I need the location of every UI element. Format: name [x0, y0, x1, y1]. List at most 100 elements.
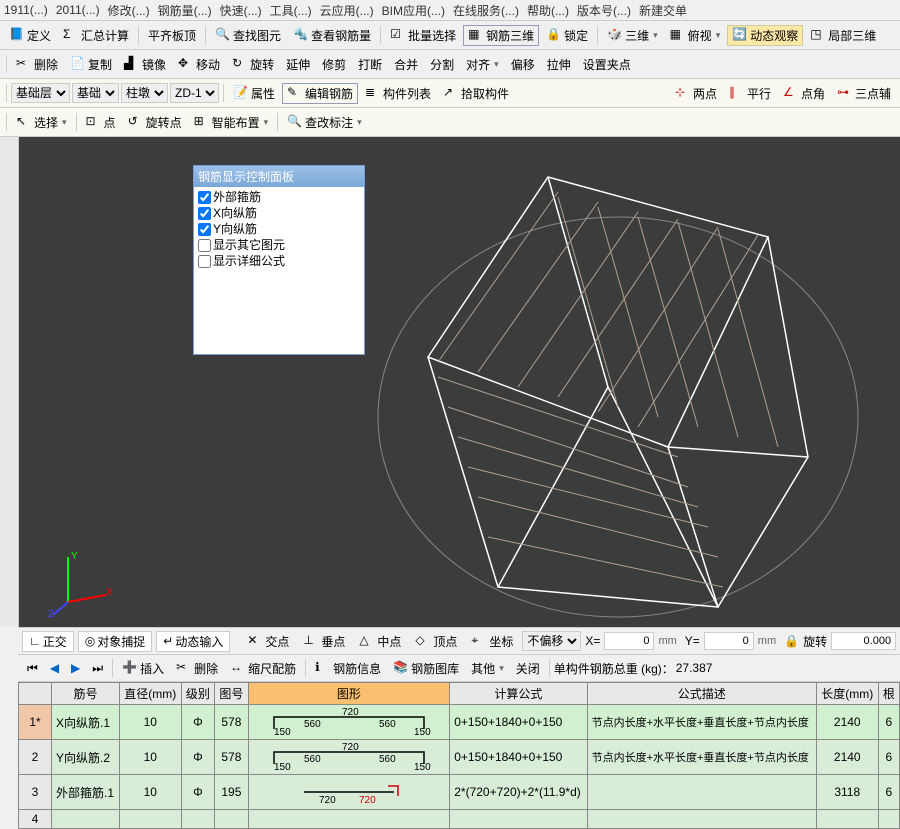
type-select[interactable]: 柱墩 [121, 83, 168, 103]
sum-calc-button[interactable]: Σ汇总计算 [58, 25, 134, 46]
two-point-button[interactable]: ⊹两点 [670, 83, 722, 104]
select-tool-dropdown[interactable]: ↖选择 [11, 112, 72, 133]
dynamic-view-button[interactable]: 🔄动态观察 [727, 25, 803, 46]
table-row[interactable]: 2 Y向纵筋.2 10 Φ 578 150560 720560 150 0+15… [19, 740, 900, 775]
menu-item[interactable]: 版本号(...) [577, 2, 631, 19]
view-3d-dropdown[interactable]: 🎲三维 [602, 25, 663, 46]
rebar-display-panel[interactable]: 钢筋显示控制面板 外部箍筋 X向纵筋 Y向纵筋 显示其它图元 显示详细公式 [193, 165, 365, 355]
extend-button[interactable]: 延伸 [281, 54, 315, 75]
smart-place-dropdown[interactable]: ⊞智能布置 [189, 112, 274, 133]
offset-button[interactable]: 偏移 [506, 54, 540, 75]
chk-y-longitudinal[interactable]: Y向纵筋 [198, 221, 360, 237]
batch-select-button[interactable]: ☑批量选择 [385, 25, 461, 46]
col-shape[interactable]: 图形 [248, 683, 450, 705]
viewport-3d[interactable]: 钢筋显示控制面板 外部箍筋 X向纵筋 Y向纵筋 显示其它图元 显示详细公式 Y … [18, 137, 900, 627]
nav-first[interactable]: ⏮ [22, 659, 43, 678]
rotate-button[interactable]: ↻旋转 [227, 54, 279, 75]
nav-last[interactable]: ⏭ [87, 659, 108, 678]
define-button[interactable]: 📘定义 [4, 25, 56, 46]
menu-item[interactable]: 在线服务(...) [453, 2, 519, 19]
break-button[interactable]: 打断 [353, 54, 387, 75]
menu-item[interactable]: 工具(...) [270, 2, 312, 19]
offset-select[interactable]: 不偏移 [522, 631, 581, 651]
chk-x-longitudinal[interactable]: X向纵筋 [198, 205, 360, 221]
nav-prev[interactable]: ◀ [45, 659, 64, 677]
split-button[interactable]: 分割 [425, 54, 459, 75]
menu-item[interactable]: 快速(...) [220, 2, 262, 19]
scale-rebar-button[interactable]: ↔缩尺配筋 [225, 658, 301, 679]
menu-item[interactable]: 2011(...) [56, 3, 100, 17]
close-button[interactable]: 关闭 [511, 658, 545, 679]
svg-text:Z: Z [48, 609, 54, 617]
align-button[interactable]: 对齐 [461, 54, 504, 75]
chk-outer-stirrup[interactable]: 外部箍筋 [198, 189, 360, 205]
menu-item[interactable]: 帮助(...) [527, 2, 569, 19]
col-grade[interactable]: 级别 [181, 683, 214, 705]
snap-peak[interactable]: ◇顶点 [410, 631, 462, 652]
menu-item[interactable]: 新建交单 [639, 2, 687, 19]
rotate-point-tool[interactable]: ↺旋转点 [123, 112, 187, 133]
delete-row-button[interactable]: ✂删除 [171, 658, 223, 679]
find-element-button[interactable]: 🔍查找图元 [210, 25, 286, 46]
point-angle-button[interactable]: ∠点角 [778, 83, 830, 104]
mirror-button[interactable]: ▟镜像 [119, 54, 171, 75]
align-slab-button[interactable]: 平齐板顶 [143, 25, 201, 46]
delete-button[interactable]: ✂删除 [11, 54, 63, 75]
menu-item[interactable]: 1911(...) [4, 3, 48, 17]
three-point-button[interactable]: ⊶三点辅 [832, 83, 896, 104]
col-formula[interactable]: 计算公式 [450, 683, 587, 705]
y-input[interactable] [704, 632, 754, 650]
category-select[interactable]: 基础 [72, 83, 119, 103]
chk-show-formula[interactable]: 显示详细公式 [198, 253, 360, 269]
chk-show-other[interactable]: 显示其它图元 [198, 237, 360, 253]
nav-next[interactable]: ▶ [66, 659, 85, 677]
move-button[interactable]: ✥移动 [173, 54, 225, 75]
col-len[interactable]: 长度(mm) [816, 683, 878, 705]
pick-component-button[interactable]: ↗拾取构件 [438, 83, 514, 104]
point-tool[interactable]: ⊡点 [81, 112, 121, 133]
insert-row-button[interactable]: ➕插入 [117, 658, 169, 679]
rotate-input[interactable] [831, 632, 896, 650]
menu-item[interactable]: BIM应用(...) [382, 2, 445, 19]
rebar-lib-button[interactable]: 📚钢筋图库 [388, 658, 464, 679]
view-rebar-qty-button[interactable]: 🔩查看钢筋量 [288, 25, 376, 46]
copy-button[interactable]: 📄复制 [65, 54, 117, 75]
lock-small-icon[interactable]: 🔒 [784, 634, 799, 648]
snap-perp[interactable]: ⊥垂点 [298, 631, 350, 652]
rebar-3d-button[interactable]: ▦钢筋三维 [463, 25, 539, 46]
attr-button[interactable]: 📝属性 [228, 83, 280, 104]
snap-coord[interactable]: ⌖坐标 [466, 631, 518, 652]
col-cnt[interactable]: 根 [878, 683, 899, 705]
lock-button[interactable]: 🔒锁定 [541, 25, 593, 46]
other-dropdown[interactable]: 其他 [466, 658, 509, 679]
table-row[interactable]: 3 外部箍筋.1 10 Φ 195 720 720 2*(720+720)+2*… [19, 775, 900, 810]
ortho-toggle[interactable]: ∟正交 [22, 631, 74, 652]
find-annotation-dropdown[interactable]: 🔍查改标注 [282, 112, 367, 133]
osnap-toggle[interactable]: ◎对象捕捉 [78, 631, 153, 652]
rebar-info-button[interactable]: ℹ钢筋信息 [310, 658, 386, 679]
menu-item[interactable]: 钢筋量(...) [158, 2, 212, 19]
snap-mid[interactable]: △中点 [354, 631, 406, 652]
layer-select[interactable]: 基础层 [11, 83, 70, 103]
parallel-button[interactable]: ∥平行 [724, 83, 776, 104]
snap-cross[interactable]: ✕交点 [242, 631, 294, 652]
dynin-toggle[interactable]: ↵动态输入 [156, 631, 230, 652]
name-select[interactable]: ZD-1 [170, 83, 219, 103]
trim-button[interactable]: 修剪 [317, 54, 351, 75]
x-input[interactable] [604, 632, 654, 650]
set-grip-button[interactable]: 设置夹点 [578, 54, 636, 75]
col-name[interactable]: 筋号 [52, 683, 120, 705]
menu-item[interactable]: 修改(...) [108, 2, 150, 19]
view-top-dropdown[interactable]: ▦俯视 [665, 25, 726, 46]
col-code[interactable]: 图号 [215, 683, 248, 705]
component-list-button[interactable]: ≣构件列表 [360, 83, 436, 104]
menu-item[interactable]: 云应用(...) [320, 2, 374, 19]
join-button[interactable]: 合并 [389, 54, 423, 75]
local-3d-button[interactable]: ◳局部三维 [805, 25, 881, 46]
col-dia[interactable]: 直径(mm) [119, 683, 181, 705]
stretch-button[interactable]: 拉伸 [542, 54, 576, 75]
edit-rebar-button[interactable]: ✎编辑钢筋 [282, 83, 358, 104]
col-desc[interactable]: 公式描述 [587, 683, 816, 705]
table-row[interactable]: 4 [19, 810, 900, 829]
table-row[interactable]: 1* X向纵筋.1 10 Φ 578 150560 720560 150 0+1… [19, 705, 900, 740]
